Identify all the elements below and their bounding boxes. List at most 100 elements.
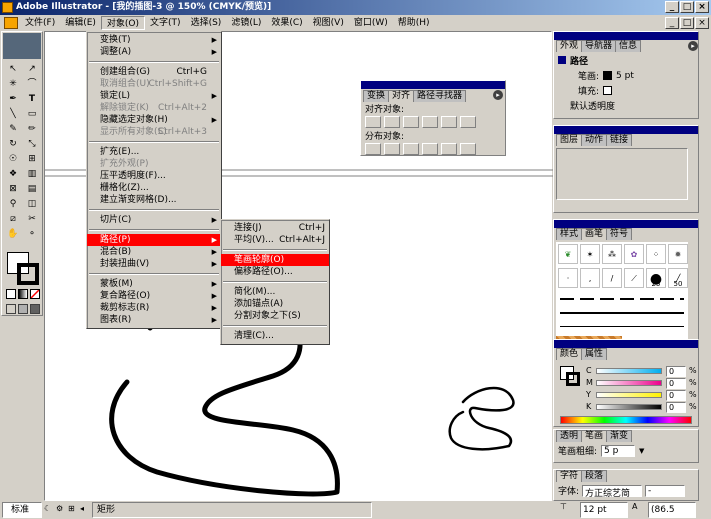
tab-character[interactable]: 字符 bbox=[556, 470, 583, 482]
stroke-color-swatch[interactable] bbox=[603, 71, 613, 80]
align-hcenter-button[interactable] bbox=[384, 116, 400, 128]
object-menu-item[interactable]: 隐藏选定对象(H) ▶ bbox=[87, 114, 221, 126]
leading-field[interactable]: (86.5 bbox=[648, 502, 696, 518]
gradient-mode-button[interactable] bbox=[18, 289, 28, 299]
tab-info[interactable]: 信息 bbox=[615, 40, 642, 52]
tab-paragraph[interactable]: 段落 bbox=[581, 470, 608, 482]
object-menu-item[interactable]: 解除锁定(K) Ctrl+Alt+2 bbox=[87, 102, 221, 114]
menu-effect[interactable]: 效果(C) bbox=[266, 16, 307, 30]
path-submenu-item[interactable]: 简化(M)... bbox=[221, 286, 329, 298]
color-stroke-preview[interactable] bbox=[566, 372, 580, 386]
object-menu-item[interactable]: 变换(T) ▶ bbox=[87, 34, 221, 46]
layers-list[interactable] bbox=[556, 148, 688, 200]
distribute-bottom-button[interactable] bbox=[403, 143, 419, 155]
document-icon[interactable] bbox=[4, 17, 18, 29]
lasso-tool-icon[interactable]: ⌒ bbox=[23, 77, 41, 91]
graph-tool-icon[interactable]: ▥ bbox=[23, 167, 41, 181]
maximize-button[interactable]: □ bbox=[680, 1, 694, 13]
font-family-select[interactable]: 方正综艺简 bbox=[582, 484, 643, 499]
stroke-path-large[interactable] bbox=[109, 319, 340, 497]
channel-slider[interactable] bbox=[596, 380, 662, 386]
menu-edit[interactable]: 编辑(E) bbox=[60, 16, 101, 30]
zoom-tool-icon[interactable]: ⚬ bbox=[23, 227, 41, 241]
path-submenu-item[interactable]: 清理(C)... bbox=[221, 330, 329, 342]
channel-value-input[interactable]: 0 bbox=[666, 390, 686, 401]
object-menu-item[interactable]: 复合路径(O) ▶ bbox=[87, 290, 221, 302]
leading-icon[interactable]: A bbox=[632, 502, 646, 518]
tab-attributes[interactable]: 属性 bbox=[581, 348, 608, 360]
distribute-right-button[interactable] bbox=[460, 143, 476, 155]
object-menu-item[interactable]: 裁剪标志(R) ▶ bbox=[87, 302, 221, 314]
stroke-weight-input[interactable]: 5 p bbox=[601, 444, 636, 457]
tab-align[interactable]: 对齐 bbox=[388, 90, 415, 102]
tab-links[interactable]: 链接 bbox=[606, 134, 633, 146]
font-style-select[interactable]: - bbox=[645, 484, 686, 497]
brush-calligraphy-4-icon[interactable]: ⟋ bbox=[624, 268, 644, 288]
menu-file[interactable]: 文件(F) bbox=[20, 16, 60, 30]
selection-tool-icon[interactable]: ↖ bbox=[4, 62, 22, 76]
path-submenu-item[interactable]: 平均(V)... Ctrl+Alt+J bbox=[221, 234, 329, 246]
scissors-tool-icon[interactable]: ✂ bbox=[23, 212, 41, 226]
object-menu-item[interactable]: 蒙板(M) ▶ bbox=[87, 278, 221, 290]
brush-library[interactable]: ❦ ✶ ⁂ ✿ ⁘ ✹ · ‚ / ⟋ ● ╱ 25 50 bbox=[556, 242, 688, 352]
font-size-field[interactable]: 12 pt bbox=[580, 502, 628, 518]
type-tool-icon[interactable]: T bbox=[23, 92, 41, 106]
brush-star-icon[interactable]: ✶ bbox=[580, 244, 600, 264]
slice-tool-icon[interactable]: ⧄ bbox=[4, 212, 22, 226]
tab-transform[interactable]: 变换 bbox=[363, 90, 390, 102]
gear-icon[interactable]: ⚙ bbox=[56, 504, 66, 516]
brush-leaf-icon[interactable]: ❦ bbox=[558, 244, 578, 264]
moon-icon[interactable]: ☾ bbox=[44, 504, 54, 516]
brush-calligraphy-3-icon[interactable]: / bbox=[602, 268, 622, 288]
scale-tool-icon[interactable]: ⤡ bbox=[23, 137, 41, 151]
path-submenu-item[interactable]: 添加锚点(A) bbox=[221, 298, 329, 310]
full-screen-mode-icon[interactable] bbox=[30, 304, 40, 314]
menu-type[interactable]: 文字(T) bbox=[145, 16, 186, 30]
doc-restore-button[interactable]: □ bbox=[680, 17, 694, 29]
menu-filter[interactable]: 滤镜(L) bbox=[226, 16, 266, 30]
blend-tool-icon[interactable]: ◫ bbox=[23, 197, 41, 211]
channel-slider[interactable] bbox=[596, 392, 662, 398]
color-spectrum-bar[interactable] bbox=[560, 416, 692, 424]
grid-icon[interactable]: ⊞ bbox=[68, 504, 78, 516]
close-button[interactable]: × bbox=[695, 1, 709, 13]
stroke-path-small[interactable] bbox=[448, 386, 515, 451]
rotate-tool-icon[interactable]: ↻ bbox=[4, 137, 22, 151]
path-submenu-item[interactable]: 连接(J) Ctrl+J bbox=[221, 222, 329, 234]
panel-menu-arrow-icon[interactable]: ▸ bbox=[493, 90, 503, 100]
pen-tool-icon[interactable]: ✒ bbox=[4, 92, 22, 106]
warp-tool-icon[interactable]: ☉ bbox=[4, 152, 22, 166]
distribute-vcenter-button[interactable] bbox=[384, 143, 400, 155]
align-top-button[interactable] bbox=[422, 116, 438, 128]
tab-pathfinder[interactable]: 路径寻找器 bbox=[413, 90, 467, 102]
tab-transparency[interactable]: 透明 bbox=[556, 430, 583, 442]
brush-splatter-icon[interactable]: ✹ bbox=[668, 244, 688, 264]
path-submenu-item[interactable]: 笔画轮廓(O) bbox=[221, 254, 329, 266]
channel-value-input[interactable]: 0 bbox=[666, 378, 686, 389]
color-mode-button[interactable] bbox=[6, 289, 16, 299]
brush-art-thin-line[interactable] bbox=[560, 326, 684, 327]
mesh-tool-icon[interactable]: ⊠ bbox=[4, 182, 22, 196]
object-menu-item[interactable]: 调整(A) ▶ bbox=[87, 46, 221, 58]
tab-appearance[interactable]: 外观 bbox=[556, 40, 583, 52]
path-submenu-item[interactable]: 分割对象之下(S) bbox=[221, 310, 329, 322]
align-left-button[interactable] bbox=[365, 116, 381, 128]
tab-styles[interactable]: 样式 bbox=[556, 228, 583, 240]
tab-actions[interactable]: 动作 bbox=[581, 134, 608, 146]
text-orient-icon[interactable]: ⊤ bbox=[560, 502, 580, 518]
panel-drag-bar[interactable] bbox=[554, 32, 698, 40]
panel-drag-bar[interactable] bbox=[554, 126, 698, 134]
align-vcenter-button[interactable] bbox=[441, 116, 457, 128]
panel-drag-bar[interactable] bbox=[361, 81, 505, 89]
object-menu-item[interactable]: 封装扭曲(V) ▶ bbox=[87, 258, 221, 270]
object-menu-item[interactable]: 路径(P) ▶ bbox=[87, 234, 221, 246]
object-menu-item[interactable]: 创建组合(G) Ctrl+G bbox=[87, 66, 221, 78]
distribute-left-button[interactable] bbox=[422, 143, 438, 155]
channel-slider[interactable] bbox=[596, 404, 662, 410]
appearance-menu-icon[interactable]: ▸ bbox=[688, 41, 698, 51]
object-menu-item[interactable]: 建立渐变网格(D)... bbox=[87, 194, 221, 206]
rectangle-tool-icon[interactable]: ▭ bbox=[23, 107, 41, 121]
stroke-swatch[interactable] bbox=[17, 263, 39, 285]
doc-close-button[interactable]: × bbox=[695, 17, 709, 29]
tab-navigator[interactable]: 导航器 bbox=[581, 40, 617, 52]
